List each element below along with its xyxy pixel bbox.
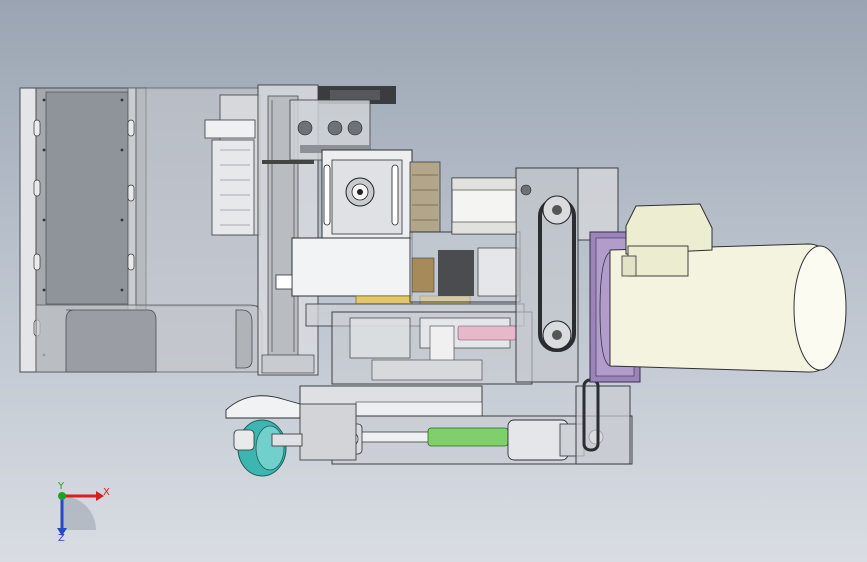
machine-assembly-model[interactable]: [0, 0, 867, 562]
cad-viewport[interactable]: X Y Z: [0, 0, 867, 562]
main-drive-motor[interactable]: [589, 203, 847, 383]
triad-z-label: Z: [58, 533, 65, 544]
center-gearbox[interactable]: [321, 149, 441, 243]
small-servo-motor[interactable]: [451, 177, 517, 235]
lower-transparent-block[interactable]: [331, 311, 533, 385]
triad-y-axis: [58, 492, 66, 500]
triad-y-label: Y: [58, 481, 65, 492]
triad-x-label: X: [103, 487, 110, 498]
view-triad-icon: [57, 491, 104, 536]
